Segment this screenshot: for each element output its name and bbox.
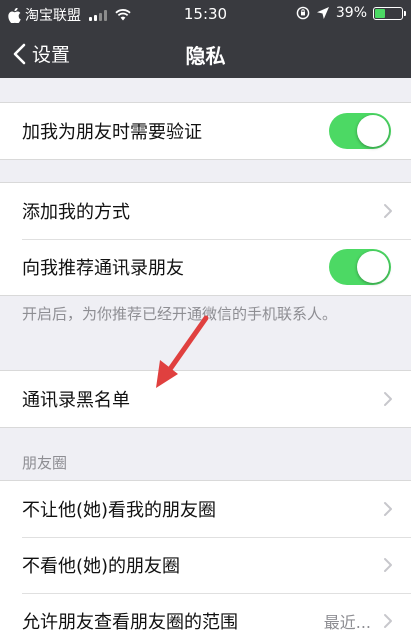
toggle-knob: [357, 251, 389, 283]
chevron-right-icon: [384, 502, 392, 516]
toggle-knob: [357, 115, 389, 147]
battery-icon: [373, 6, 406, 20]
chevron-right-icon: [384, 614, 392, 628]
status-bar: 淘宝联盟 15:30 39%: [0, 0, 411, 28]
moments-hide-mine-label: 不让他(她)看我的朋友圈: [22, 500, 217, 521]
status-right: 39%: [296, 5, 406, 21]
contacts-blacklist-label: 通讯录黑名单: [22, 390, 130, 411]
moments-group: 不让他(她)看我的朋友圈 不看他(她)的朋友圈 允许朋友查看朋友圈的范围 最近.…: [0, 480, 411, 642]
recommend-hint: 开启后，为你推荐已经开通微信的手机联系人。: [22, 305, 338, 323]
recommend-contacts-row: 向我推荐通讯录朋友: [0, 239, 411, 295]
rotation-lock-icon: [296, 6, 310, 20]
friend-verify-row: 加我为朋友时需要验证: [0, 103, 411, 159]
friend-verify-label: 加我为朋友时需要验证: [22, 122, 202, 143]
moments-hide-mine-row[interactable]: 不让他(她)看我的朋友圈: [0, 481, 411, 537]
friend-verify-group: 加我为朋友时需要验证: [0, 102, 411, 160]
add-methods-row[interactable]: 添加我的方式: [0, 183, 411, 239]
friend-verify-toggle[interactable]: [329, 113, 391, 149]
moments-range-row[interactable]: 允许朋友查看朋友圈的范围 最近...: [0, 593, 411, 642]
moments-range-label: 允许朋友查看朋友圈的范围: [22, 612, 238, 633]
recommend-contacts-label: 向我推荐通讯录朋友: [22, 258, 184, 279]
battery-fill: [375, 8, 386, 18]
chevron-right-icon: [384, 558, 392, 572]
moments-section-header: 朋友圈: [22, 454, 68, 472]
add-methods-group: 添加我的方式 向我推荐通讯录朋友: [0, 182, 411, 296]
battery-percentage: 39%: [335, 5, 367, 21]
chevron-right-icon: [384, 392, 392, 406]
moments-hide-theirs-row[interactable]: 不看他(她)的朋友圈: [0, 537, 411, 593]
page-title: 隐私: [185, 44, 226, 68]
moments-range-value: 最近...: [323, 613, 371, 632]
navigation-bar: 设置 隐私: [0, 28, 411, 78]
recommend-contacts-toggle[interactable]: [329, 249, 391, 285]
chevron-right-icon: [384, 204, 392, 218]
add-methods-label: 添加我的方式: [22, 202, 130, 223]
location-arrow-icon: [316, 7, 329, 19]
moments-hide-theirs-label: 不看他(她)的朋友圈: [22, 556, 181, 577]
blacklist-group: 通讯录黑名单: [0, 370, 411, 428]
contacts-blacklist-row[interactable]: 通讯录黑名单: [0, 371, 411, 427]
